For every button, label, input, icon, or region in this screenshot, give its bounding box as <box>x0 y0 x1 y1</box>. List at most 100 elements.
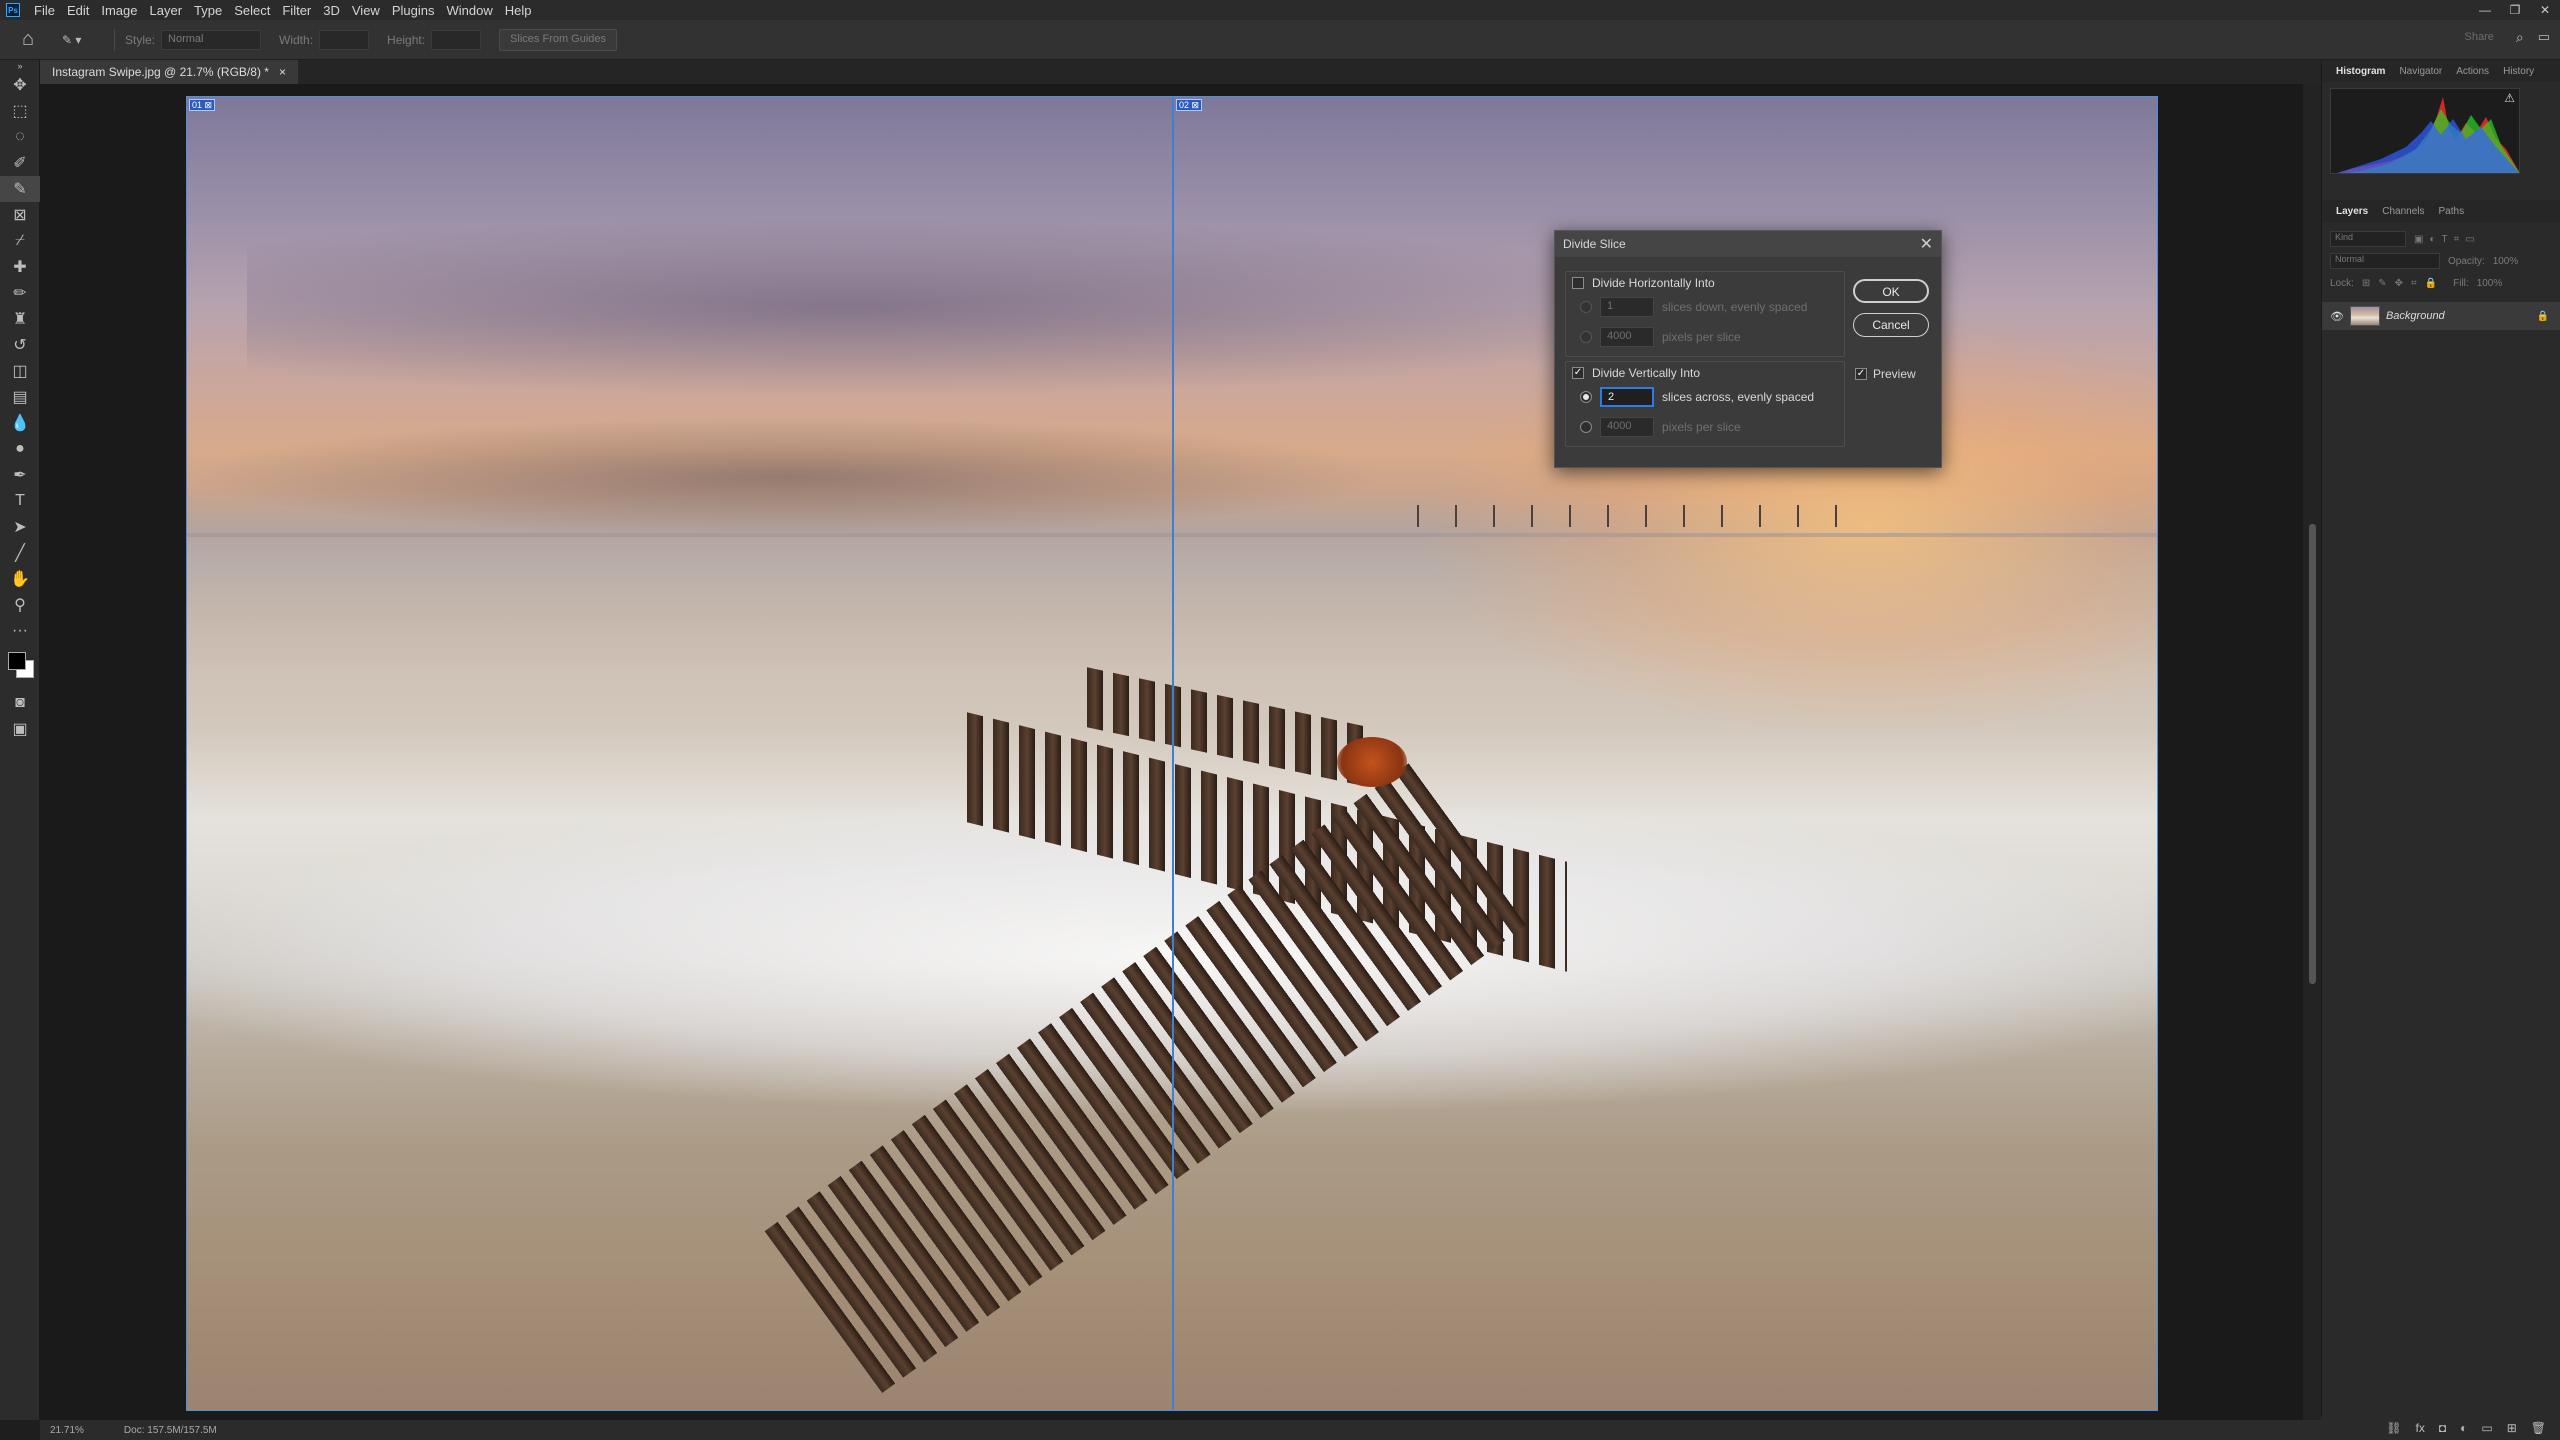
cancel-button[interactable]: Cancel <box>1853 313 1929 337</box>
tab-histogram[interactable]: Histogram <box>2330 62 2391 81</box>
type-tool-icon[interactable]: T <box>0 488 40 514</box>
quick-select-tool-icon[interactable]: ✐ <box>0 150 40 176</box>
slice-tag-02[interactable]: 02 ⊠ <box>1176 99 1203 111</box>
v-slices-radio[interactable] <box>1580 391 1592 403</box>
tab-actions[interactable]: Actions <box>2450 62 2495 81</box>
v-slices-field[interactable]: 2 <box>1600 387 1654 407</box>
link-layers-icon[interactable]: ⛓ <box>2386 1421 2401 1435</box>
workspace-icon[interactable]: ▭ <box>2538 29 2550 45</box>
search-icon[interactable]: ⌕ <box>2516 29 2524 46</box>
frame-tool-icon[interactable]: ⊠ <box>0 202 40 228</box>
move-tool-icon[interactable]: ✥ <box>0 72 40 98</box>
h-slices-radio[interactable] <box>1580 301 1592 313</box>
color-swatches[interactable] <box>0 644 40 690</box>
style-select[interactable]: Normal <box>161 29 262 50</box>
vertical-scrollbar[interactable] <box>2303 84 2321 1420</box>
menu-file[interactable]: File <box>28 3 61 18</box>
layer-name[interactable]: Background <box>2386 310 2445 322</box>
menu-view[interactable]: View <box>346 3 386 18</box>
divide-vertically-checkbox[interactable]: ✓ <box>1572 367 1584 379</box>
visibility-eye-icon[interactable]: 👁 <box>2330 310 2344 323</box>
blend-mode-select[interactable]: Normal <box>2330 253 2440 269</box>
menu-3d[interactable]: 3D <box>317 3 346 18</box>
menu-select[interactable]: Select <box>228 3 276 18</box>
slice-tool-icon[interactable]: ✎ <box>0 176 40 202</box>
menu-filter[interactable]: Filter <box>276 3 317 18</box>
dodge-tool-icon[interactable]: ● <box>0 436 40 462</box>
hand-tool-icon[interactable]: ✋ <box>0 566 40 592</box>
gradient-tool-icon[interactable]: ▤ <box>0 384 40 410</box>
ok-button[interactable]: OK <box>1853 279 1929 303</box>
menu-window[interactable]: Window <box>440 3 498 18</box>
fx-icon[interactable]: fx <box>2416 1421 2425 1435</box>
minimize-button[interactable]: — <box>2470 0 2500 20</box>
collapse-toolbar-icon[interactable]: » <box>0 60 40 72</box>
menu-plugins[interactable]: Plugins <box>386 3 441 18</box>
restore-button[interactable]: ❐ <box>2500 0 2530 20</box>
width-field[interactable] <box>319 29 370 50</box>
filter-icons[interactable]: ▣◐T⌗▭ <box>2414 234 2481 245</box>
history-brush-tool-icon[interactable]: ↺ <box>0 332 40 358</box>
document-tab[interactable]: Instagram Swipe.jpg @ 21.7% (RGB/8) * × <box>40 60 298 84</box>
quick-mask-icon[interactable]: ◙ <box>0 690 40 716</box>
fill-value[interactable]: 100% <box>2477 278 2503 289</box>
vertical-group: ✓ Divide Vertically Into 2 slices across… <box>1565 361 1845 447</box>
tab-history[interactable]: History <box>2497 62 2540 81</box>
tab-channels[interactable]: Channels <box>2376 202 2430 221</box>
zoom-tool-icon[interactable]: ⚲ <box>0 592 40 618</box>
h-pixels-field[interactable]: 4000 <box>1600 327 1654 347</box>
screen-mode-icon[interactable]: ▣ <box>0 716 40 742</box>
delete-layer-icon[interactable]: 🗑 <box>2531 1421 2546 1435</box>
divide-horizontally-checkbox[interactable] <box>1572 277 1584 289</box>
eyedropper-tool-icon[interactable]: ⌿ <box>0 228 40 254</box>
healing-brush-tool-icon[interactable]: ✚ <box>0 254 40 280</box>
lock-icons[interactable]: ⊞✎✥⌗🔒 <box>2362 278 2445 289</box>
opacity-value[interactable]: 100% <box>2493 256 2519 267</box>
close-window-button[interactable]: ✕ <box>2530 0 2560 20</box>
vertical-guide[interactable] <box>1172 97 1174 1410</box>
slices-from-guides-button[interactable]: Slices From Guides <box>499 28 618 51</box>
foreground-color-swatch[interactable] <box>8 652 26 670</box>
tab-paths[interactable]: Paths <box>2433 202 2471 221</box>
kind-filter[interactable]: Kind <box>2330 231 2406 247</box>
new-group-icon[interactable]: ▭ <box>2481 1421 2492 1435</box>
v-pixels-radio[interactable] <box>1580 421 1592 433</box>
slice-tag-01[interactable]: 01 ⊠ <box>189 99 216 111</box>
brush-tool-icon[interactable]: ✏ <box>0 280 40 306</box>
warning-icon[interactable]: ⚠ <box>2504 91 2515 105</box>
document-info[interactable]: Doc: 157.5M/157.5M <box>124 1425 217 1436</box>
zoom-level[interactable]: 21.71% <box>50 1425 84 1436</box>
path-selection-tool-icon[interactable]: ➤ <box>0 514 40 540</box>
v-pixels-field[interactable]: 4000 <box>1600 417 1654 437</box>
close-tab-icon[interactable]: × <box>279 65 286 79</box>
menu-type[interactable]: Type <box>188 3 228 18</box>
menu-layer[interactable]: Layer <box>144 3 189 18</box>
layer-row-background[interactable]: 👁 Background 🔒 <box>2322 302 2560 330</box>
share-button[interactable]: Share <box>2457 28 2502 46</box>
clone-stamp-tool-icon[interactable]: ♜ <box>0 306 40 332</box>
menu-edit[interactable]: Edit <box>61 3 95 18</box>
more-tools-icon[interactable]: ··· <box>0 618 40 644</box>
close-icon[interactable]: ✕ <box>1920 234 1933 254</box>
slice-tool-preset-icon[interactable]: ✎ ▾ <box>62 29 104 51</box>
marquee-tool-icon[interactable]: ⬚ <box>0 98 40 124</box>
menu-image[interactable]: Image <box>95 3 143 18</box>
lasso-tool-icon[interactable]: ◌ <box>0 124 40 150</box>
tab-navigator[interactable]: Navigator <box>2393 62 2448 81</box>
preview-checkbox[interactable]: ✓ <box>1855 368 1867 380</box>
histogram-chart: ⚠ <box>2330 88 2520 174</box>
h-slices-field[interactable]: 1 <box>1600 297 1654 317</box>
adjustment-layer-icon[interactable]: ◐ <box>2460 1421 2467 1435</box>
tab-layers[interactable]: Layers <box>2330 202 2374 221</box>
add-mask-icon[interactable]: ◘ <box>2439 1421 2446 1435</box>
pen-tool-icon[interactable]: ✒ <box>0 462 40 488</box>
scrollbar-thumb[interactable] <box>2309 524 2316 984</box>
h-pixels-radio[interactable] <box>1580 331 1592 343</box>
line-tool-icon[interactable]: ╱ <box>0 540 40 566</box>
home-icon[interactable]: ⌂ <box>14 26 42 54</box>
new-layer-icon[interactable]: ⊞ <box>2507 1421 2517 1435</box>
eraser-tool-icon[interactable]: ◫ <box>0 358 40 384</box>
blur-tool-icon[interactable]: 💧 <box>0 410 40 436</box>
height-field[interactable] <box>431 29 482 50</box>
menu-help[interactable]: Help <box>499 3 538 18</box>
